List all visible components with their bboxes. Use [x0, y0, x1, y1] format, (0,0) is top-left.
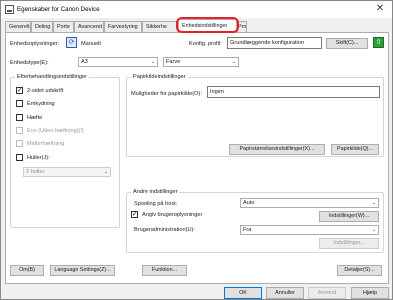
spooling-value: Auto [243, 200, 255, 206]
spooling-select[interactable]: Auto ⌄ [240, 198, 379, 208]
holes-select[interactable]: 2 huller ⌄ [23, 167, 111, 177]
offset-label: Emkydning [27, 101, 55, 107]
user-management-value: Fra [243, 227, 252, 233]
duplex-checkbox[interactable] [16, 86, 23, 94]
tab-security[interactable]: Sikkerhe [142, 21, 178, 32]
window-title: Egenskaber for Canon Device [17, 6, 100, 13]
title-bar: Egenskaber for Canon Device ✕ [1, 1, 392, 18]
finishing-group-title: Efterbehandlingsindstillinger [15, 74, 89, 80]
about-button[interactable]: Om(B) [10, 265, 44, 276]
apply-button[interactable]: Anvend [308, 287, 346, 299]
paper-source-button[interactable]: Papirkilde(Q)... [331, 144, 379, 155]
eco-staple-checkbox[interactable] [16, 127, 23, 134]
duplex-label: 2-sidet udskrift [27, 88, 64, 94]
user-info-checkbox[interactable] [131, 210, 138, 218]
config-profile-label: Konfig. profil: [189, 41, 222, 47]
details-button[interactable]: Detaljer(S)... [337, 265, 382, 276]
chevron-down-icon: ⌄ [150, 59, 155, 65]
device-type-label: Enhedstype(E): [10, 60, 49, 66]
ok-button[interactable]: OK [224, 287, 262, 299]
tab-strip: Generelt Deling Porte Avanceret Farvesty… [5, 17, 389, 33]
tab-sharing[interactable]: Deling [31, 21, 53, 32]
change-profile-button[interactable]: Skift(C)... [326, 38, 368, 49]
saddle-stitch-label: Midterhæftning [27, 141, 65, 147]
staple-checkbox[interactable] [16, 114, 23, 121]
properties-window: Egenskaber for Canon Device ✕ Generelt D… [0, 0, 393, 300]
holes-value: 2 huller [26, 169, 45, 175]
tab-color-management[interactable]: Farvestyring [104, 21, 142, 32]
tab-profile[interactable]: Profil [237, 21, 247, 32]
staple-label: Hæfte [27, 115, 43, 121]
cancel-button[interactable]: Annuller [266, 287, 304, 299]
user-management-settings-button[interactable]: Indstillinger... [319, 238, 379, 249]
other-settings-group-title: Andre indstillinger [131, 189, 180, 195]
eco-staple-label: Eco (Uden hæftning)(I) [27, 128, 84, 134]
paper-source-options-label: Muligheder for papirkilde(O): [131, 91, 202, 97]
paper-size-settings-button[interactable]: Papirstørrelsesindstillinger(X)... [229, 144, 325, 155]
tab-device-settings[interactable]: Enhedsindstillinger [178, 19, 237, 32]
export-icon[interactable]: ⇧ [373, 37, 384, 48]
close-icon[interactable]: ✕ [372, 2, 388, 16]
punch-checkbox[interactable] [16, 154, 23, 161]
user-management-label: Brugeradministration(U): [134, 227, 195, 233]
device-settings-panel: Enhedsoplysninger: ⟳ Manuelt Konfig. pro… [5, 32, 389, 284]
device-type-value: A3 [81, 59, 88, 65]
chevron-down-icon: ⌄ [371, 200, 376, 206]
config-profile-field[interactable]: Grundlæggende konfiguration [227, 37, 322, 49]
paper-source-group-title: Papirkildeindstillinger [131, 74, 188, 80]
user-management-select[interactable]: Fra ⌄ [240, 225, 379, 235]
user-info-settings-button[interactable]: Indstillinger(W)... [319, 211, 379, 222]
offset-checkbox[interactable] [16, 100, 23, 107]
acquisition-value: Manuelt [81, 41, 101, 47]
printer-icon [5, 5, 14, 14]
device-type-select[interactable]: A3 ⌄ [78, 57, 158, 67]
tab-general[interactable]: Generelt [5, 21, 31, 32]
color-value: Farve [166, 59, 181, 65]
punch-label: Huller(J): [27, 155, 50, 161]
tab-advanced[interactable]: Avanceret [74, 21, 104, 32]
tab-ports[interactable]: Porte [53, 21, 74, 32]
chevron-down-icon: ⌄ [231, 59, 236, 65]
saddle-stitch-checkbox[interactable] [16, 140, 23, 147]
spooling-label: Spooling på host: [134, 201, 178, 207]
chevron-down-icon: ⌄ [371, 227, 376, 233]
function-button[interactable]: Funktion... [142, 265, 187, 276]
help-button[interactable]: Hjælp [351, 287, 389, 299]
paper-source-options-field[interactable]: Ingen [207, 86, 380, 98]
user-info-label: Angiv brugeroplysninger [142, 212, 203, 218]
acquisition-label: Enhedsoplysninger: [10, 41, 60, 47]
finishing-group: Efterbehandlingsindstillinger [10, 74, 120, 228]
language-settings-button[interactable]: Language Settings(Z)... [50, 265, 115, 276]
color-select[interactable]: Farve ⌄ [163, 57, 239, 67]
chevron-down-icon: ⌄ [103, 169, 108, 175]
refresh-icon[interactable]: ⟳ [66, 37, 77, 48]
